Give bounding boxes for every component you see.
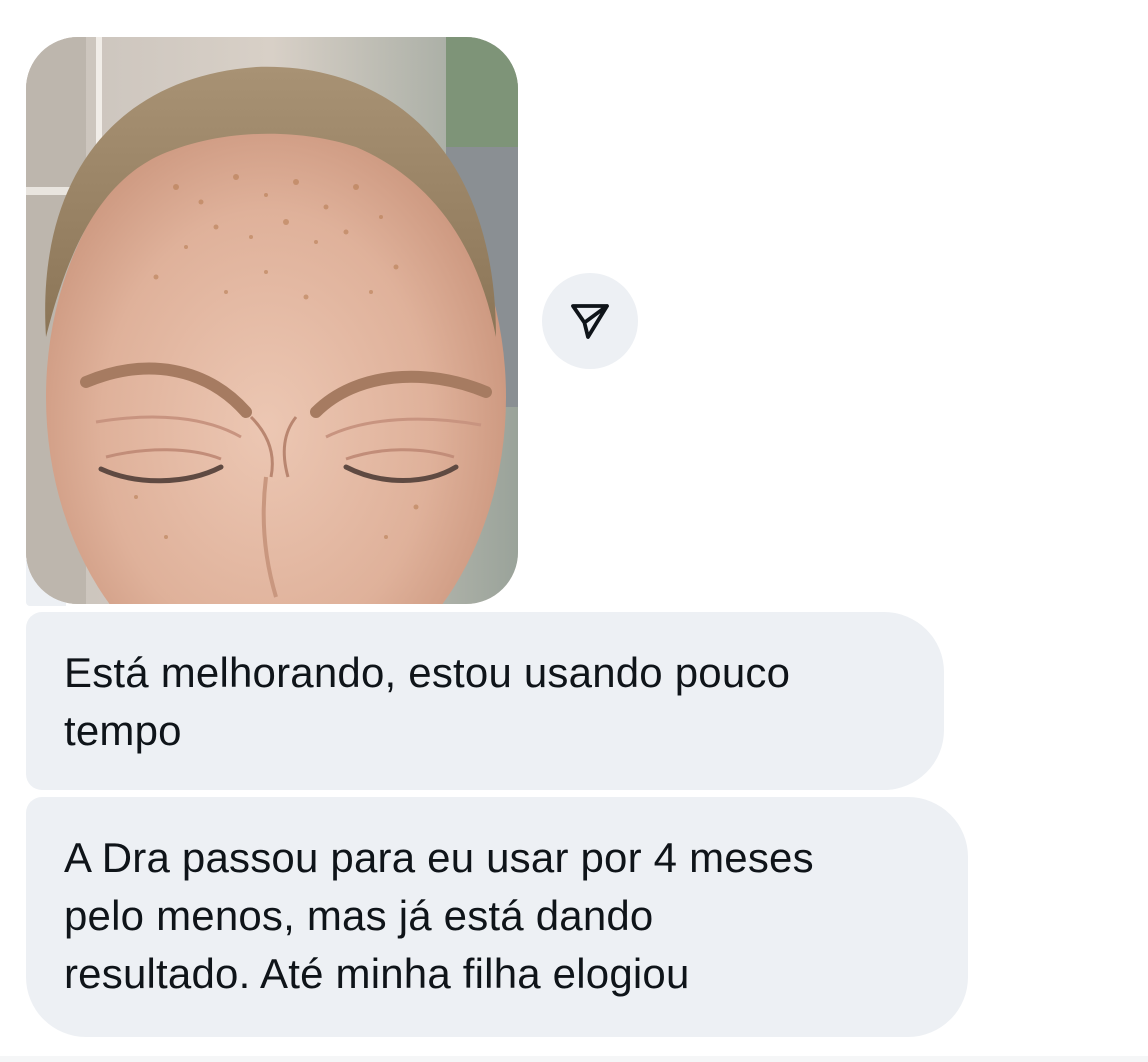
photo-message[interactable] [26, 37, 518, 604]
message-text-line: tempo [64, 707, 182, 754]
face-photo [26, 37, 518, 604]
message-text-line: A Dra passou para eu usar por 4 meses [64, 834, 814, 881]
message-text-line: pelo menos, mas já está dando [64, 892, 654, 939]
send-share-icon [571, 304, 609, 339]
share-button[interactable] [542, 273, 638, 369]
message-bubble[interactable]: A Dra passou para eu usar por 4 meses pe… [26, 797, 968, 1037]
bottom-divider [0, 1056, 1148, 1062]
message-text-line: Está melhorando, estou usando pouco [64, 649, 791, 696]
conversation-thread: Está melhorando, estou usando pouco temp… [0, 0, 1148, 1062]
message-bubble[interactable]: Está melhorando, estou usando pouco temp… [26, 612, 944, 790]
message-text-line: resultado. Até minha filha elogiou [64, 950, 690, 997]
